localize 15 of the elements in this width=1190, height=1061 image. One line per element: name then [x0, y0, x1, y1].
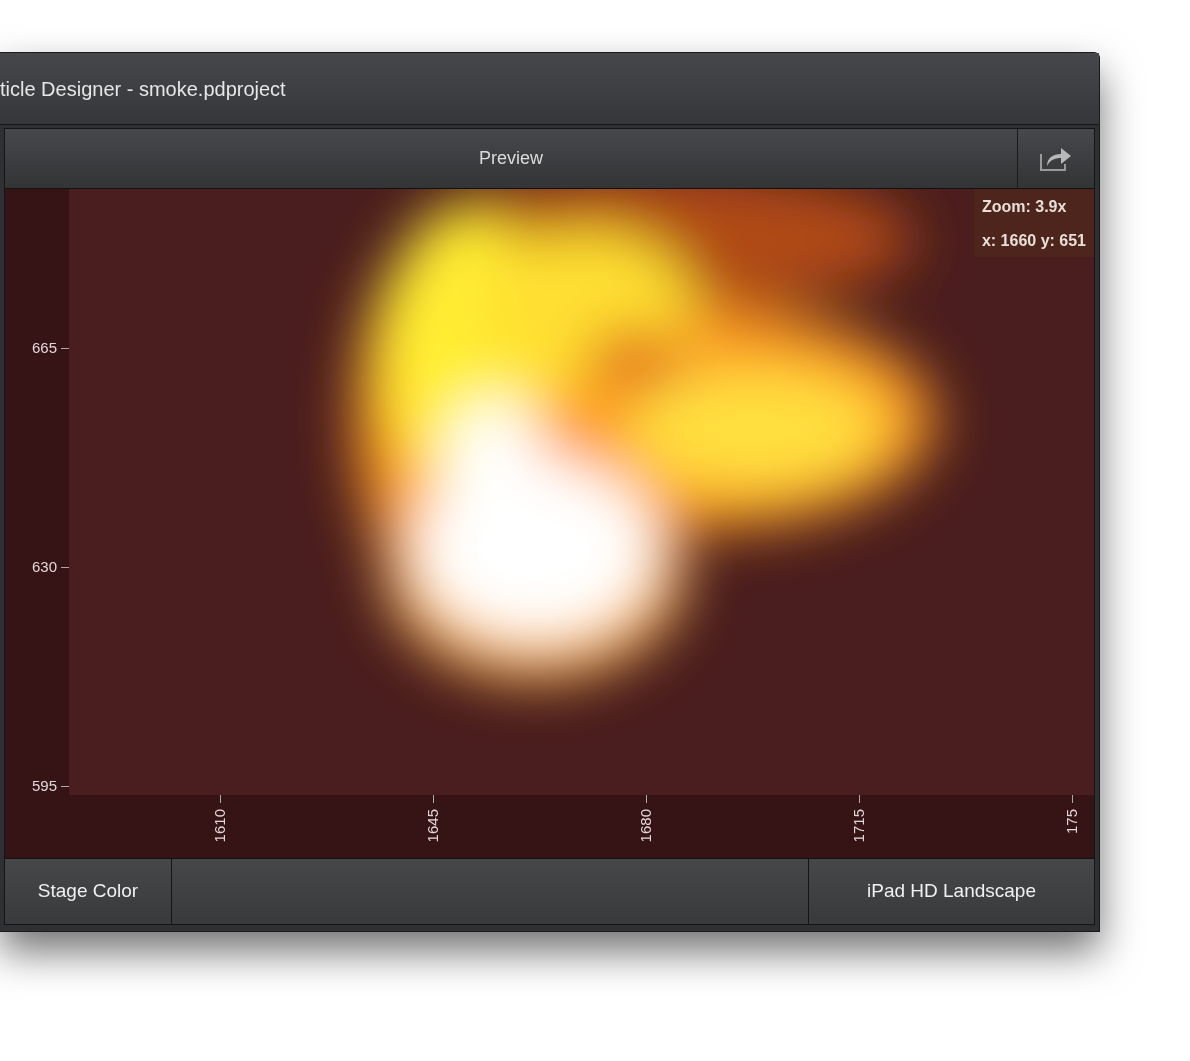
position-label: x: 1660 y: 651 [981, 231, 1086, 251]
ruler-label: 665 [31, 338, 57, 358]
ruler-label: 1645 [423, 809, 442, 843]
ruler-label: 595 [31, 776, 57, 796]
window-title: ticle Designer - smoke.pdproject [0, 76, 286, 102]
zoom-label: Zoom: 3.9x [981, 197, 1068, 217]
panel-title: Preview [479, 147, 543, 170]
stage-color-button[interactable]: Stage Color [5, 859, 172, 924]
ruler-label: 1680 [636, 809, 655, 843]
ruler-label: 1715 [849, 809, 868, 843]
ruler-label: 175 [1062, 809, 1081, 835]
ruler-label: 1610 [210, 809, 229, 843]
device-button[interactable]: iPad HD Landscape [808, 859, 1094, 924]
share-icon [1039, 145, 1073, 172]
ruler-label: 630 [31, 557, 57, 577]
